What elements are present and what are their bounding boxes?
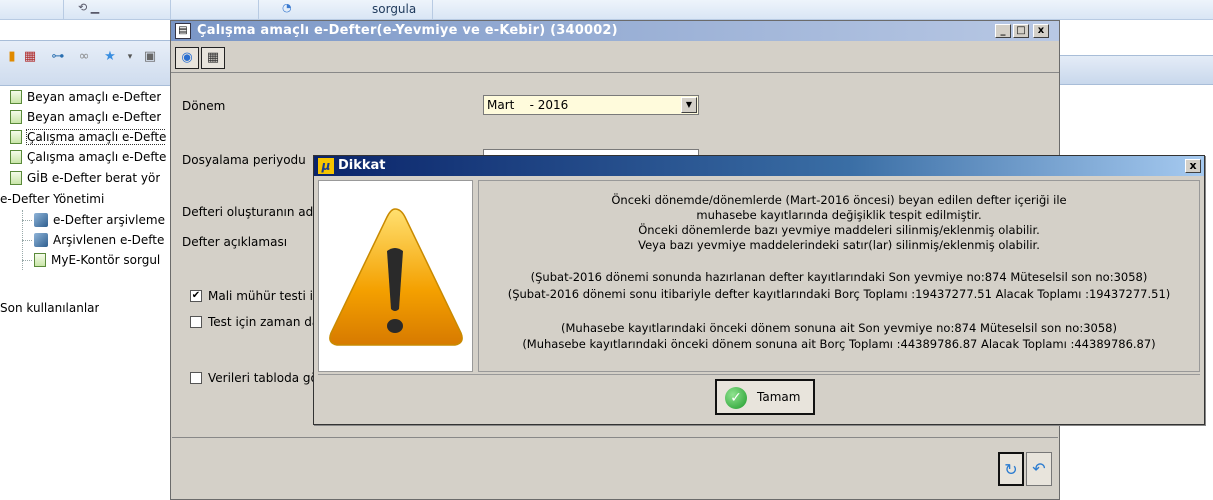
test-zaman-checkbox[interactable] (190, 316, 202, 328)
ribbon-separator (170, 0, 171, 20)
ribbon-separator (258, 0, 259, 20)
app-icon: ▤ (175, 23, 191, 39)
check-icon: ✓ (725, 387, 747, 409)
donem-select[interactable]: Mart - 2016 ▼ (483, 95, 699, 115)
desktop: ⟲ ▁ ◔ sorgula ▮ ▦ ⊶ ∞ ★ ▾ ▣ Beyan amaçlı… (0, 0, 1213, 500)
tree-item-label: Beyan amaçlı e-Defter (27, 90, 162, 104)
tree-item-label: Çalışma amaçlı e-Defte (27, 150, 167, 164)
aciklama-label: Defter açıklaması (182, 235, 288, 249)
network-icon[interactable]: ⊶ (50, 49, 66, 65)
periyod-label: Dosyalama periyodu (182, 153, 306, 167)
tree-item-label: Beyan amaçlı e-Defter (27, 110, 162, 124)
tree-item[interactable]: Beyan amaçlı e-Defter (10, 88, 161, 106)
calculator-icon[interactable]: ▦ (201, 47, 225, 69)
test-zaman-label: Test için zaman da (208, 315, 320, 329)
tree-item[interactable]: e-Defter arşivleme (34, 211, 165, 229)
dialog-close-button[interactable]: x (1185, 159, 1201, 173)
ribbon-separator (432, 0, 433, 20)
donem-value: Mart - 2016 (487, 98, 569, 112)
message-line: (Şubat-2016 dönemi sonu itibariyle defte… (507, 287, 1171, 301)
message-line: Önceki dönemde/dönemlerde (Mart-2016 önc… (611, 193, 1067, 207)
ribbon-icon[interactable]: ⟲ ▁ (78, 1, 99, 14)
tree-item[interactable]: Arşivlenen e-Defte (34, 231, 164, 249)
refresh-icon[interactable]: ↻ (998, 452, 1024, 486)
archive-icon (34, 233, 48, 247)
dialog-title: Dikkat (338, 158, 386, 173)
verileri-label: Verileri tabloda gö (208, 371, 318, 385)
tree-item-selected[interactable]: Çalışma amaçlı e-Defte (10, 128, 167, 146)
tree-group-label: e-Defter Yönetimi (0, 192, 105, 206)
warning-dialog: μ Dikkat x Önceki dönemde/dönemlerde (Ma (313, 155, 1205, 425)
message-line: (Muhasebe kayıtlarındaki önceki dönem so… (561, 321, 1117, 335)
archive-icon (34, 213, 48, 227)
verileri-checkbox[interactable] (190, 372, 202, 384)
ok-button-label: Tamam (757, 390, 801, 404)
chevron-down-icon[interactable]: ▾ (122, 49, 138, 65)
document-icon (10, 150, 22, 164)
tree-item-label: GİB e-Defter berat yör (27, 171, 161, 185)
left-toolbar: ▮ ▦ ⊶ ∞ ★ ▾ ▣ (0, 40, 170, 86)
window-title-bar[interactable]: ▤ Çalışma amaçlı e-Defter(e-Yevmiye ve e… (171, 21, 1059, 41)
close-button[interactable]: x (1033, 24, 1049, 38)
chevron-down-icon[interactable]: ▼ (681, 97, 697, 113)
folder-icon[interactable]: ▮ (4, 49, 20, 65)
message-line: Önceki dönemlerde bazı yevmiye maddeleri… (638, 223, 1040, 237)
tree-item[interactable]: Beyan amaçlı e-Defter (10, 108, 161, 126)
olusturan-label: Defteri oluşturanın ad (182, 205, 314, 219)
minimize-button[interactable]: _ (995, 24, 1011, 38)
tree-guide-line (22, 220, 32, 221)
tree-guide-line (22, 260, 32, 261)
maximize-button[interactable]: □ (1013, 24, 1029, 38)
message-line: (Muhasebe kayıtlarındaki önceki dönem so… (522, 337, 1156, 351)
calendar-icon[interactable]: ▦ (22, 49, 38, 65)
donem-label: Dönem (182, 99, 226, 113)
help-icon[interactable]: ◉ (175, 47, 199, 69)
dialog-image-panel (318, 180, 473, 372)
dialog-button-bar: ✓ Tamam (318, 374, 1200, 422)
message-line: Veya bazı yevmiye maddelerindeki satır(l… (638, 238, 1040, 252)
tree-item[interactable]: MyE-Kontör sorgul (34, 251, 160, 269)
dialog-message: Önceki dönemde/dönemlerde (Mart-2016 önc… (478, 180, 1200, 372)
link-icon[interactable]: ∞ (76, 49, 92, 65)
undo-icon[interactable]: ↶ (1026, 452, 1052, 486)
app-mu-icon: μ (318, 158, 334, 174)
tree-item[interactable]: GİB e-Defter berat yör (10, 169, 160, 187)
tree-group[interactable]: e-Defter Yönetimi (0, 190, 104, 208)
window-toolbar: ◉ ▦ (171, 43, 1059, 73)
warning-icon (329, 208, 463, 346)
ribbon-separator (63, 0, 64, 20)
right-toolbar-band (1060, 55, 1213, 85)
tree-guide-line (22, 240, 32, 241)
mali-muhur-checkbox[interactable]: ✔ (190, 290, 202, 302)
tree-item[interactable]: Çalışma amaçlı e-Defte (10, 148, 166, 166)
bottom-panel: ↻ ↶ (172, 437, 1058, 499)
mali-muhur-label: Mali mühür testi iç (208, 289, 320, 303)
tree-item-label: e-Defter arşivleme (53, 213, 165, 227)
tree-item-label: Çalışma amaçlı e-Defte (25, 129, 167, 145)
window-title: Çalışma amaçlı e-Defter(e-Yevmiye ve e-K… (197, 23, 618, 38)
tree-group[interactable]: Son kullanılanlar (0, 299, 99, 317)
document-icon (10, 171, 22, 185)
tree-item-label: MyE-Kontör sorgul (51, 253, 161, 267)
document-icon (10, 110, 22, 124)
document-icon (10, 90, 22, 104)
message-line: muhasebe kayıtlarında değişiklik tespit … (696, 208, 982, 222)
tree-group-label: Son kullanılanlar (0, 301, 100, 315)
dialog-title-bar[interactable]: μ Dikkat x (314, 156, 1204, 176)
tree-item-label: Arşivlenen e-Defte (53, 233, 165, 247)
grid-icon[interactable]: ▣ (142, 49, 158, 65)
ribbon-sorgula-label[interactable]: sorgula (372, 2, 416, 16)
navigation-tree: Beyan amaçlı e-Defter Beyan amaçlı e-Def… (0, 88, 170, 500)
document-icon (10, 130, 22, 144)
ribbon-strip: ⟲ ▁ ◔ sorgula (0, 0, 1213, 20)
message-line: (Şubat-2016 dönemi sonunda hazırlanan de… (530, 270, 1148, 284)
ok-button[interactable]: ✓ Tamam (715, 379, 815, 415)
document-icon (34, 253, 46, 267)
star-icon[interactable]: ★ (102, 49, 118, 65)
ribbon-query-icon[interactable]: ◔ (282, 1, 292, 14)
